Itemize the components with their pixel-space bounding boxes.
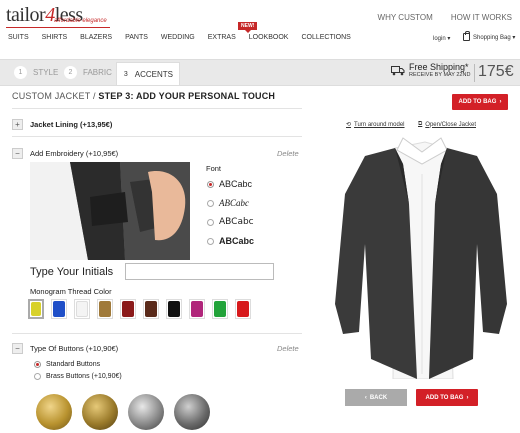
divider <box>12 136 302 137</box>
font-label: Font <box>206 164 222 173</box>
breadcrumb-parent[interactable]: CUSTOM JACKET <box>12 91 90 101</box>
nav-wedding[interactable]: WEDDING <box>161 34 195 41</box>
thread-swatch-black[interactable] <box>166 299 182 319</box>
thread-swatch-green[interactable] <box>212 299 228 319</box>
chevron-right-icon: › <box>466 394 469 401</box>
delete-buttons-link[interactable]: Delete <box>277 344 299 353</box>
how-it-works-link[interactable]: HOW IT WORKS <box>451 13 512 22</box>
total-price: 175€ <box>478 63 514 80</box>
font-option-1[interactable]: ABCabc <box>207 179 252 189</box>
button-swatch-gold-anchor[interactable] <box>82 394 118 430</box>
page-title: STEP 3: ADD YOUR PERSONAL TOUCH <box>98 91 276 101</box>
font-option-3[interactable]: ABCabc <box>207 217 254 227</box>
chevron-left-icon: ‹ <box>364 394 367 401</box>
thread-swatch-magenta[interactable] <box>189 299 205 319</box>
nav-blazers[interactable]: BLAZERS <box>80 34 112 41</box>
button-swatch-silver[interactable] <box>128 394 164 430</box>
section-type-of-buttons[interactable]: − Type Of Buttons (+10,90€) <box>12 343 118 354</box>
open-close-jacket-link[interactable]: ⧉ Open/Close Jacket <box>418 121 476 128</box>
back-button[interactable]: ‹ BACK <box>345 389 407 406</box>
step-number: 2 <box>64 65 77 79</box>
thread-swatch-white[interactable] <box>74 299 90 319</box>
login-dropdown[interactable]: login ▾ <box>433 35 450 42</box>
step-number: 1 <box>14 65 27 79</box>
button-option-brass[interactable]: Brass Buttons (+10,90€) <box>34 373 122 380</box>
tab-label: ACCENTS <box>134 69 173 79</box>
why-custom-link[interactable]: WHY CUSTOM <box>378 13 433 22</box>
thread-swatch-gold[interactable] <box>97 299 113 319</box>
expand-icon: + <box>12 119 23 130</box>
divider <box>12 108 302 109</box>
nav-extras[interactable]: EXTRAS <box>208 34 236 41</box>
button-swatch-pewter[interactable] <box>174 394 210 430</box>
section-embroidery[interactable]: − Add Embroidery (+10,95€) <box>12 148 118 159</box>
add-to-bag-bottom-button[interactable]: ADD TO BAG › <box>416 389 478 406</box>
turn-around-link[interactable]: ⟲ Turn around model <box>346 121 405 129</box>
thread-swatch-brown[interactable] <box>143 299 159 319</box>
radio-selected <box>207 180 214 188</box>
jacket-preview <box>325 134 515 380</box>
thread-swatch-blue[interactable] <box>51 299 67 319</box>
tab-label: STYLE <box>33 67 59 77</box>
collapse-icon: − <box>12 343 23 354</box>
section-label: Type Of Buttons (+10,90€) <box>30 344 119 353</box>
shipping-date: RECEIVE BY MAY 22ND <box>409 72 471 78</box>
thread-swatch-red[interactable] <box>235 299 251 319</box>
section-label: Jacket Lining (+13,95€) <box>30 120 113 129</box>
main-nav: SUITS SHIRTS BLAZERS PANTS WEDDING EXTRA… <box>8 34 351 41</box>
button-swatch-gold-crest[interactable] <box>36 394 72 430</box>
thread-swatches <box>28 299 251 319</box>
divider <box>12 333 302 334</box>
collapse-icon: − <box>12 148 23 159</box>
rotate-icon: ⟲ <box>346 122 352 128</box>
price-divider <box>474 64 475 82</box>
button-option-standard[interactable]: Standard Buttons <box>34 361 100 368</box>
radio-unselected <box>207 218 214 226</box>
nav-collections[interactable]: COLLECTIONS <box>301 34 350 41</box>
bag-icon <box>463 31 470 41</box>
section-jacket-lining[interactable]: + Jacket Lining (+13,95€) <box>12 119 112 130</box>
breadcrumb: CUSTOM JACKET / STEP 3: ADD YOUR PERSONA… <box>12 91 276 101</box>
tab-accents[interactable]: 3 ACCENTS <box>116 62 180 85</box>
nav-lookbook[interactable]: LOOKBOOK <box>249 34 289 41</box>
new-badge: NEW! <box>238 22 258 33</box>
nav-suits[interactable]: SUITS <box>8 34 29 41</box>
font-option-2[interactable]: ABCabc <box>207 198 249 208</box>
free-shipping: Free Shipping* RECEIVE BY MAY 22ND <box>391 62 470 78</box>
tab-label: FABRIC <box>83 67 112 77</box>
radio-unselected <box>207 199 214 207</box>
nav-pants[interactable]: PANTS <box>125 34 148 41</box>
step-number: 3 <box>123 67 129 81</box>
tab-style[interactable]: 1 STYLE <box>8 63 64 81</box>
thread-swatch-burgundy[interactable] <box>120 299 136 319</box>
delete-embroidery-link[interactable]: Delete <box>277 149 299 158</box>
radio-unselected <box>34 373 41 380</box>
shopping-bag-dropdown[interactable]: Shopping Bag ▾ <box>463 31 516 41</box>
embroidery-preview-image <box>30 162 190 260</box>
nav-shirts[interactable]: SHIRTS <box>42 34 68 41</box>
chevron-right-icon: › <box>499 99 502 105</box>
radio-selected <box>34 361 41 368</box>
logo-underline <box>6 27 110 28</box>
shopping-bag-label: Shopping Bag ▾ <box>473 34 516 41</box>
font-option-4[interactable]: ABCabc <box>207 236 254 246</box>
initials-input[interactable] <box>125 263 274 280</box>
section-label: Add Embroidery (+10,95€) <box>30 149 119 158</box>
button-swatches <box>36 394 210 430</box>
tab-fabric[interactable]: 2 FABRIC <box>58 63 118 81</box>
thread-swatch-yellow[interactable] <box>28 299 44 319</box>
logo-tagline: affordable elegance <box>54 18 107 24</box>
shipping-title: Free Shipping* <box>409 62 469 72</box>
thread-color-label: Monogram Thread Color <box>30 287 112 296</box>
top-links: WHY CUSTOM HOW IT WORKS <box>378 13 512 22</box>
initials-label: Type Your Initials <box>30 266 114 278</box>
truck-icon <box>391 65 405 75</box>
add-to-bag-button[interactable]: ADD TO BAG › <box>452 94 508 110</box>
radio-unselected <box>207 237 214 245</box>
jacket-icon: ⧉ <box>418 121 423 127</box>
